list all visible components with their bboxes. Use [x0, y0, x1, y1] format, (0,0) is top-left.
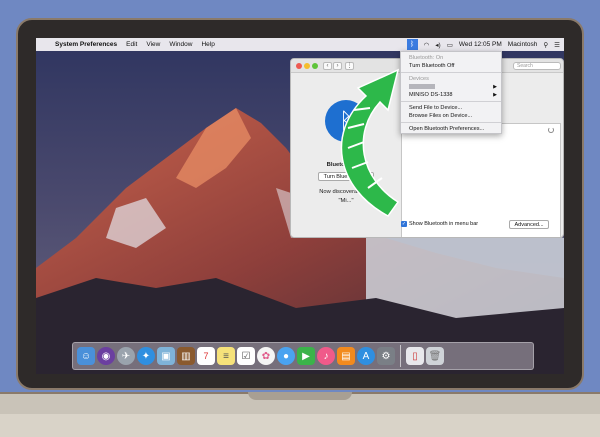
menu-send-file[interactable]: Send File to Device... — [401, 104, 501, 112]
bluetooth-menu: Bluetooth: On Turn Bluetooth Off Devices… — [400, 51, 502, 134]
screen: System Preferences Edit View Window Help… — [36, 38, 564, 374]
itunes-icon[interactable]: ♪ — [317, 347, 335, 365]
show-bluetooth-checkbox-row[interactable]: ✓ Show Bluetooth in menu bar — [401, 221, 478, 227]
menu-device-1[interactable]: ▶ — [401, 83, 501, 91]
menubar-clock[interactable]: Wed 12:05 PM — [459, 41, 502, 48]
volume-icon[interactable]: ◂) — [435, 41, 440, 49]
forward-icon[interactable]: › — [333, 62, 342, 70]
app-store-icon[interactable]: A — [357, 347, 375, 365]
bluetooth-logo-icon: ᛒ — [325, 100, 367, 142]
bluetooth-pane: ᛒ Bluetooth: On Turn Bluetooth Off Now d… — [291, 74, 401, 237]
system-preferences-icon[interactable]: ⚙ — [377, 347, 395, 365]
table-surface — [0, 414, 600, 437]
submenu-arrow-icon: ▶ — [493, 84, 497, 90]
spinner-icon — [548, 127, 554, 133]
finder-icon[interactable]: ☺ — [77, 347, 95, 365]
device-2-label: MINISO DS-1338 — [409, 92, 453, 98]
menu-edit[interactable]: Edit — [126, 41, 137, 48]
show-bluetooth-label: Show Bluetooth in menu bar — [409, 221, 479, 227]
messages-icon[interactable]: ● — [277, 347, 295, 365]
menu-window[interactable]: Window — [169, 41, 192, 48]
bluetooth-menu-status: Bluetooth: On — [409, 55, 444, 61]
search-field[interactable]: Search — [513, 62, 561, 70]
laptop-notch — [248, 392, 352, 400]
menu-separator — [401, 101, 501, 102]
battery-icon[interactable]: ▭ — [447, 41, 453, 49]
photos-icon[interactable]: ✿ — [257, 347, 275, 365]
redacted-device-name — [409, 84, 435, 90]
menu-system-preferences[interactable]: System Preferences — [55, 41, 117, 48]
advanced-button[interactable]: Advanced... — [509, 220, 549, 229]
wifi-icon[interactable]: ◠ — [424, 41, 430, 49]
menu-turn-bluetooth-off[interactable]: Turn Bluetooth Off — [401, 62, 501, 70]
close-icon[interactable] — [296, 63, 302, 69]
notes-book-icon[interactable]: ▥ — [177, 347, 195, 365]
menu-device-2[interactable]: MINISO DS-1338 ▶ — [401, 91, 501, 99]
calendar-icon[interactable]: 7 — [197, 347, 215, 365]
search-icon[interactable]: ⚲ — [543, 41, 548, 49]
menu-view[interactable]: View — [146, 41, 160, 48]
bluetooth-state-title: Bluetooth: On — [326, 162, 366, 168]
menu-open-bluetooth-preferences[interactable]: Open Bluetooth Preferences... — [401, 125, 501, 133]
device-name: "Mi..." — [338, 198, 354, 204]
menubar: System Preferences Edit View Window Help… — [36, 38, 564, 51]
safari-icon[interactable]: ✦ — [137, 347, 155, 365]
menu-help[interactable]: Help — [201, 41, 214, 48]
dock-separator — [400, 345, 401, 367]
menu-separator — [401, 122, 501, 123]
discoverable-text: Now discoverable as — [319, 189, 373, 195]
list-icon[interactable]: ☰ — [554, 41, 560, 49]
preview-icon[interactable]: ▣ — [157, 347, 175, 365]
menubar-status-area: ᛒ ◠ ◂) ▭ Wed 12:05 PM Macintosh ⚲ ☰ — [406, 39, 560, 50]
minimize-icon[interactable] — [304, 63, 310, 69]
submenu-arrow-icon: ▶ — [493, 92, 497, 98]
trash-icon[interactable]: 🗑 — [426, 347, 444, 365]
notes-icon[interactable]: ≡ — [217, 347, 235, 365]
launchpad-icon[interactable]: ✈ — [117, 347, 135, 365]
ibooks-icon[interactable]: ▤ — [337, 347, 355, 365]
menu-browse-files[interactable]: Browse Files on Device... — [401, 112, 501, 120]
checkbox-icon[interactable]: ✓ — [401, 221, 407, 227]
facetime-icon[interactable]: ▶ — [297, 347, 315, 365]
menubar-user[interactable]: Macintosh — [508, 41, 538, 48]
siri-icon[interactable]: ◉ — [97, 347, 115, 365]
dock: ☺ ◉ ✈ ✦ ▣ ▥ 7 ≡ ☑ ✿ ● ▶ ♪ ▤ A ⚙ ▯ 🗑 — [72, 342, 534, 370]
zoom-icon[interactable] — [312, 63, 318, 69]
bluetooth-icon[interactable]: ᛒ — [406, 39, 418, 50]
reminders-icon[interactable]: ☑ — [237, 347, 255, 365]
devices-header: Devices — [409, 76, 429, 82]
documents-icon[interactable]: ▯ — [406, 347, 424, 365]
turn-bluetooth-off-button[interactable]: Turn Bluetooth Off — [318, 172, 374, 181]
menu-separator — [401, 72, 501, 73]
back-icon[interactable]: ‹ — [323, 62, 332, 70]
grid-icon[interactable]: ⋮ — [345, 62, 354, 70]
